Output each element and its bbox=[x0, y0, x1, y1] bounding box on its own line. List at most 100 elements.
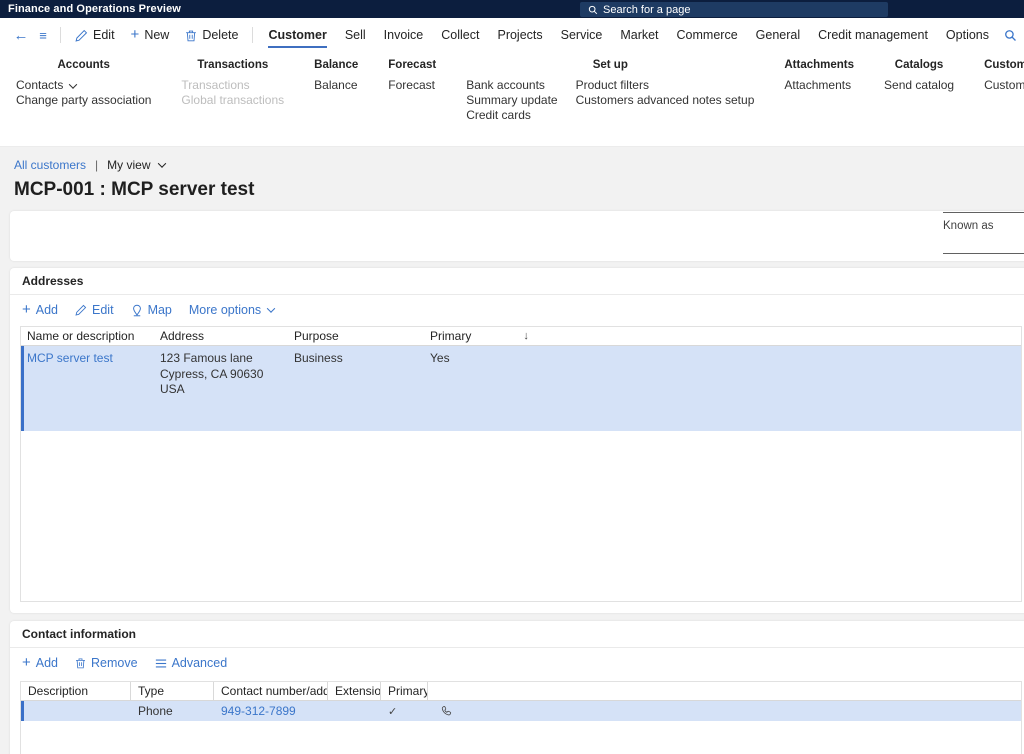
chevron-down-icon bbox=[267, 304, 275, 312]
contact-number-cell: 949-312-7899 bbox=[214, 701, 328, 721]
tab-collect[interactable]: Collect bbox=[432, 18, 488, 52]
global-search-placeholder: Search for a page bbox=[603, 4, 690, 16]
ribbon-group-balance: Balance Balance bbox=[310, 59, 362, 146]
pencil-icon bbox=[75, 29, 88, 42]
column-header-type[interactable]: Type bbox=[131, 682, 214, 700]
delete-button[interactable]: Delete bbox=[177, 18, 246, 52]
type-cell: Phone bbox=[131, 701, 214, 721]
description-cell bbox=[21, 701, 131, 721]
edit-address-button[interactable]: Edit bbox=[75, 303, 114, 317]
view-selector[interactable]: My view bbox=[107, 158, 164, 172]
plus-icon: + bbox=[22, 305, 31, 315]
top-navigation-bar: Finance and Operations Preview Search fo… bbox=[0, 0, 1024, 18]
summary-update-button[interactable]: Summary update bbox=[466, 93, 557, 108]
contact-number-link[interactable]: 949-312-7899 bbox=[221, 704, 296, 718]
known-as-field: Known as bbox=[932, 211, 1024, 261]
contacts-menu-button[interactable]: Contacts bbox=[16, 78, 151, 93]
add-contact-button[interactable]: + Add bbox=[22, 656, 58, 670]
balance-button[interactable]: Balance bbox=[314, 78, 358, 93]
ribbon-group-catalogs: Catalogs Send catalog bbox=[880, 59, 958, 146]
remove-contact-button[interactable]: Remove bbox=[75, 656, 138, 670]
addresses-section-header: Addresses bbox=[10, 268, 1024, 295]
hamburger-menu-icon[interactable]: ≡ bbox=[32, 28, 54, 43]
action-pane: ← ≡ Edit + New Delete Customer Sell Invo… bbox=[0, 18, 1024, 52]
customer-service-button[interactable]: Customer service bbox=[984, 78, 1024, 93]
tab-general[interactable]: General bbox=[747, 18, 809, 52]
column-header-purpose[interactable]: Purpose bbox=[288, 327, 424, 345]
tab-credit-management[interactable]: Credit management bbox=[809, 18, 937, 52]
plus-icon: + bbox=[131, 30, 140, 40]
ribbon: Accounts Contacts Change party associati… bbox=[0, 52, 1024, 147]
extension-cell bbox=[328, 701, 381, 721]
trash-icon bbox=[185, 29, 197, 42]
page-content: All customers | My view MCP-001 : MCP se… bbox=[0, 147, 1024, 754]
map-button[interactable]: Map bbox=[131, 303, 172, 317]
column-header-address[interactable]: Address bbox=[154, 327, 288, 345]
product-filters-button[interactable]: Product filters bbox=[576, 78, 755, 93]
address-name-link[interactable]: MCP server test bbox=[27, 351, 113, 365]
tab-commerce[interactable]: Commerce bbox=[668, 18, 747, 52]
more-options-button[interactable]: More options bbox=[189, 303, 274, 317]
app-title: Finance and Operations Preview bbox=[0, 3, 181, 15]
contact-toolbar: + Add Remove Advanced bbox=[10, 648, 1024, 678]
column-header-extension[interactable]: Extension bbox=[328, 682, 381, 700]
global-transactions-button: Global transactions bbox=[181, 93, 284, 108]
grid-empty-area bbox=[21, 431, 1021, 601]
bank-accounts-button[interactable]: Bank accounts bbox=[466, 78, 557, 93]
ribbon-group-transactions: Transactions Transactions Global transac… bbox=[177, 59, 288, 146]
breadcrumb-all-customers-link[interactable]: All customers bbox=[14, 158, 86, 172]
tab-sell[interactable]: Sell bbox=[336, 18, 375, 52]
ribbon-group-customer-service: Customer service Customer service bbox=[980, 59, 1024, 146]
grid-empty-area bbox=[21, 721, 1021, 754]
attachments-button[interactable]: Attachments bbox=[784, 78, 854, 93]
divider bbox=[252, 27, 253, 43]
tab-invoice[interactable]: Invoice bbox=[375, 18, 433, 52]
action-pane-search-icon[interactable] bbox=[1004, 29, 1017, 42]
column-header-description[interactable]: Description bbox=[21, 682, 131, 700]
back-icon[interactable]: ← bbox=[10, 27, 32, 44]
primary-cell: Yes bbox=[424, 346, 1021, 431]
tab-market[interactable]: Market bbox=[611, 18, 667, 52]
tab-service[interactable]: Service bbox=[552, 18, 612, 52]
column-header-contact-number-address[interactable]: Contact number/address bbox=[214, 682, 328, 700]
contact-information-section: Contact information + Add Remove Advance… bbox=[10, 621, 1024, 754]
column-header-name-or-description[interactable]: Name or description bbox=[21, 327, 154, 345]
divider bbox=[60, 27, 61, 43]
purpose-cell: Business bbox=[288, 346, 424, 431]
trash-icon bbox=[75, 657, 86, 669]
field-divider bbox=[943, 212, 1024, 213]
sort-descending-icon: ↓ bbox=[523, 327, 529, 345]
address-row[interactable]: MCP server test 123 Famous lane Cypress,… bbox=[21, 346, 1021, 431]
customers-advanced-notes-setup-button[interactable]: Customers advanced notes setup bbox=[576, 93, 755, 108]
global-search-box[interactable]: Search for a page bbox=[580, 2, 888, 17]
chevron-down-icon bbox=[69, 80, 77, 88]
change-party-association-button[interactable]: Change party association bbox=[16, 93, 151, 108]
forecast-button[interactable]: Forecast bbox=[388, 78, 436, 93]
send-catalog-button[interactable]: Send catalog bbox=[884, 78, 954, 93]
breadcrumb: All customers | My view bbox=[14, 158, 1024, 172]
edit-button[interactable]: Edit bbox=[67, 18, 123, 52]
known-as-input[interactable] bbox=[943, 238, 1024, 254]
ribbon-group-set-up: Set up Bank accounts Summary update Cred… bbox=[462, 59, 758, 146]
addresses-grid-header: Name or description Address Purpose Prim… bbox=[21, 327, 1021, 346]
contact-grid: Description Type Contact number/address … bbox=[20, 681, 1022, 754]
tab-customer[interactable]: Customer bbox=[259, 18, 335, 52]
new-button[interactable]: + New bbox=[123, 18, 178, 52]
details-panel: Known as bbox=[10, 211, 1024, 261]
advanced-button[interactable]: Advanced bbox=[155, 656, 228, 670]
add-address-button[interactable]: + Add bbox=[22, 303, 58, 317]
list-icon bbox=[155, 658, 167, 669]
contact-type-icon-cell bbox=[428, 701, 1021, 721]
ribbon-group-accounts: Accounts Contacts Change party associati… bbox=[12, 59, 155, 146]
tab-options[interactable]: Options bbox=[937, 18, 998, 52]
contact-grid-header: Description Type Contact number/address … bbox=[21, 682, 1021, 701]
addresses-grid: Name or description Address Purpose Prim… bbox=[20, 326, 1022, 602]
column-header-primary[interactable]: Primary ↓ bbox=[381, 682, 428, 700]
contact-row[interactable]: Phone 949-312-7899 ✓ bbox=[21, 701, 1021, 721]
checkmark-icon: ✓ bbox=[388, 706, 397, 718]
tab-projects[interactable]: Projects bbox=[488, 18, 551, 52]
ribbon-group-forecast: Forecast Forecast bbox=[384, 59, 440, 146]
credit-cards-button[interactable]: Credit cards bbox=[466, 108, 557, 123]
column-header-primary[interactable]: Primary ↓ bbox=[424, 327, 1021, 345]
contact-information-section-header: Contact information bbox=[10, 621, 1024, 648]
